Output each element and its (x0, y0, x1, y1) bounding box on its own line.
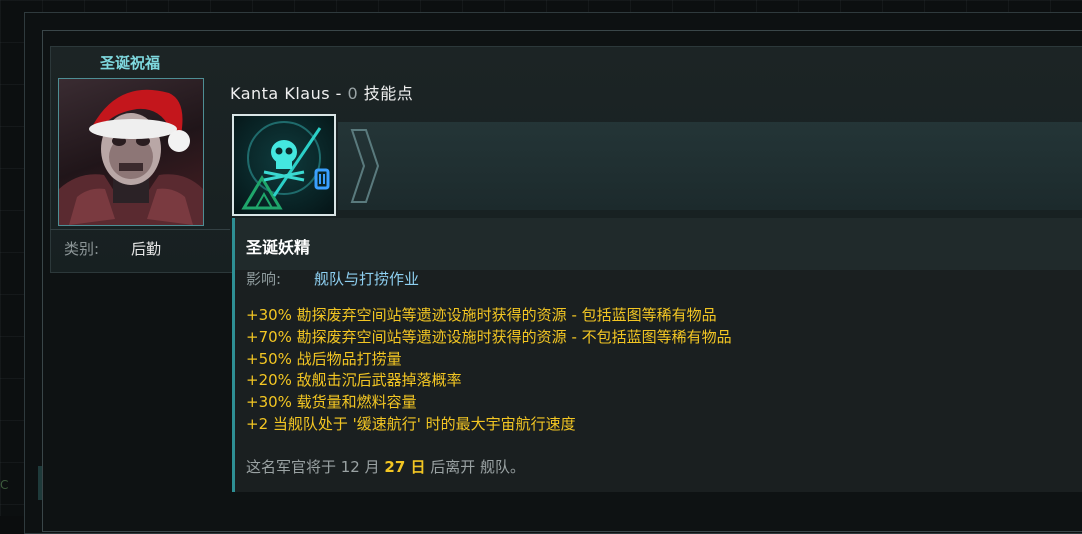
category-divider (50, 229, 230, 230)
officer-portrait[interactable] (58, 78, 204, 226)
category-label: 类别: (64, 240, 100, 258)
skill-points-value: 0 (347, 84, 359, 103)
officer-name-line: Kanta Klaus - 0 技能点 (230, 80, 413, 104)
officer-name: Kanta Klaus (230, 84, 331, 103)
leave-note-day: 27 日 (384, 458, 426, 476)
bonus-list: +30% 勘探废弃空间站等遗迹设施时获得的资源 - 包括蓝图等稀有物品 +70%… (246, 305, 732, 436)
santa-officer-portrait-image (59, 89, 203, 225)
side-scroll-marker (38, 466, 42, 500)
skill-title: 圣诞妖精 (246, 238, 311, 257)
leave-note: 这名军官将于 12 月 27 日 后离开 舰队。 (246, 456, 525, 477)
skill-slot[interactable] (232, 114, 336, 216)
bonus-item: +70% 勘探废弃空间站等遗迹设施时获得的资源 - 不包括蓝图等稀有物品 (246, 327, 732, 346)
leave-note-suffix: 后离开 舰队。 (425, 458, 526, 476)
next-skill-chevron-icon (350, 129, 380, 203)
bonus-item: +50% 战后物品打捞量 (246, 349, 402, 368)
name-separator: - (330, 84, 348, 103)
effect-value: 舰队与打捞作业 (314, 270, 420, 288)
bonus-item: +2 当舰队处于 '缓速航行' 时的最大宇宙航行速度 (246, 414, 576, 433)
bonus-item: +20% 敌舰击沉后武器掉落概率 (246, 371, 462, 390)
skill-points-label: 技能点 (363, 84, 414, 103)
side-mark-text: C (0, 478, 9, 492)
tooltip-header (235, 218, 1082, 270)
bonus-item: +30% 载货量和燃料容量 (246, 393, 417, 412)
leave-note-prefix: 这名军官将于 12 月 (246, 458, 385, 476)
skill-track (338, 122, 1082, 210)
category-value: 后勤 (131, 240, 162, 258)
skull-anchor-icon (241, 121, 330, 210)
portrait-title: 圣诞祝福 (99, 54, 160, 72)
effect-label: 影响: (246, 270, 282, 288)
bonus-item: +30% 勘探废弃空间站等遗迹设施时获得的资源 - 包括蓝图等稀有物品 (246, 306, 717, 324)
